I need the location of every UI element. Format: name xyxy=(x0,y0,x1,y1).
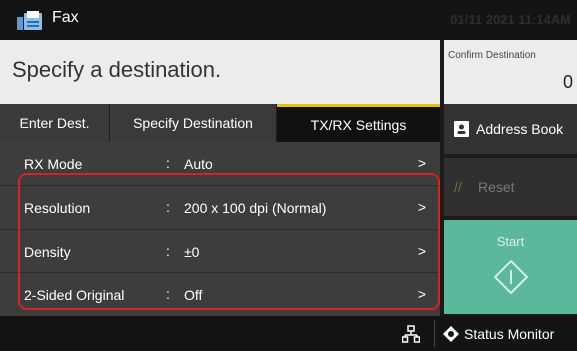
start-button[interactable]: Start xyxy=(444,220,577,314)
fax-icon xyxy=(17,11,42,30)
destination-prompt: Specify a destination. xyxy=(12,57,222,82)
setting-separator: : xyxy=(166,243,170,259)
setting-row-rx-mode[interactable]: RX Mode : Auto > xyxy=(0,142,440,185)
confirm-destination-count: 0 xyxy=(562,72,573,92)
chevron-right-icon: > xyxy=(417,243,426,259)
status-bar: Status Monitor xyxy=(0,316,577,351)
chevron-right-icon: > xyxy=(417,286,426,302)
setting-label: Resolution xyxy=(24,200,91,216)
reset-button[interactable]: // Reset xyxy=(444,158,577,216)
chevron-right-icon: > xyxy=(417,155,426,171)
setting-value: Auto xyxy=(184,156,213,172)
tab-enter-dest[interactable]: Enter Dest. xyxy=(0,104,110,142)
address-book-button[interactable]: Address Book xyxy=(444,104,577,154)
start-icon xyxy=(494,260,528,294)
reset-label: Reset xyxy=(478,179,515,195)
setting-label: 2-Sided Original xyxy=(24,287,125,303)
app-title: Fax xyxy=(52,9,79,26)
settings-list: RX Mode : Auto > Resolution : 200 x 100 … xyxy=(0,142,440,316)
reset-icon: // xyxy=(454,179,462,195)
setting-row-density[interactable]: Density : ±0 > xyxy=(0,229,440,272)
network-icon xyxy=(402,325,420,343)
setting-label: RX Mode xyxy=(24,156,83,172)
setting-value: ±0 xyxy=(184,244,200,260)
address-book-label: Address Book xyxy=(476,121,564,137)
setting-separator: : xyxy=(166,286,170,302)
title-bar: Fax 01/11 2021 11:14AM xyxy=(0,0,577,40)
setting-separator: : xyxy=(166,199,170,215)
setting-row-resolution[interactable]: Resolution : 200 x 100 dpi (Normal) > xyxy=(0,185,440,228)
setting-value: Off xyxy=(184,287,203,303)
status-monitor-icon xyxy=(443,326,459,342)
confirm-destination-button[interactable]: Confirm Destination 0 xyxy=(444,40,577,104)
status-monitor-button[interactable]: Status Monitor xyxy=(464,326,554,342)
setting-value: 200 x 100 dpi (Normal) xyxy=(184,200,327,216)
tab-txrx-settings[interactable]: TX/RX Settings xyxy=(277,104,440,142)
setting-separator: : xyxy=(166,155,170,171)
confirm-destination-label: Confirm Destination xyxy=(448,50,536,61)
footer-divider xyxy=(434,320,435,347)
datetime: 01/11 2021 11:14AM xyxy=(450,12,571,27)
setting-label: Density xyxy=(24,244,71,260)
destination-field[interactable]: Specify a destination. xyxy=(0,40,440,104)
chevron-right-icon: > xyxy=(417,199,426,215)
tab-bar: Enter Dest. Specify Destination TX/RX Se… xyxy=(0,104,440,142)
tab-specify-destination[interactable]: Specify Destination xyxy=(110,104,277,142)
address-book-icon xyxy=(454,121,469,137)
setting-row-2-sided-original[interactable]: 2-Sided Original : Off > xyxy=(0,272,440,315)
start-label: Start xyxy=(496,234,525,249)
